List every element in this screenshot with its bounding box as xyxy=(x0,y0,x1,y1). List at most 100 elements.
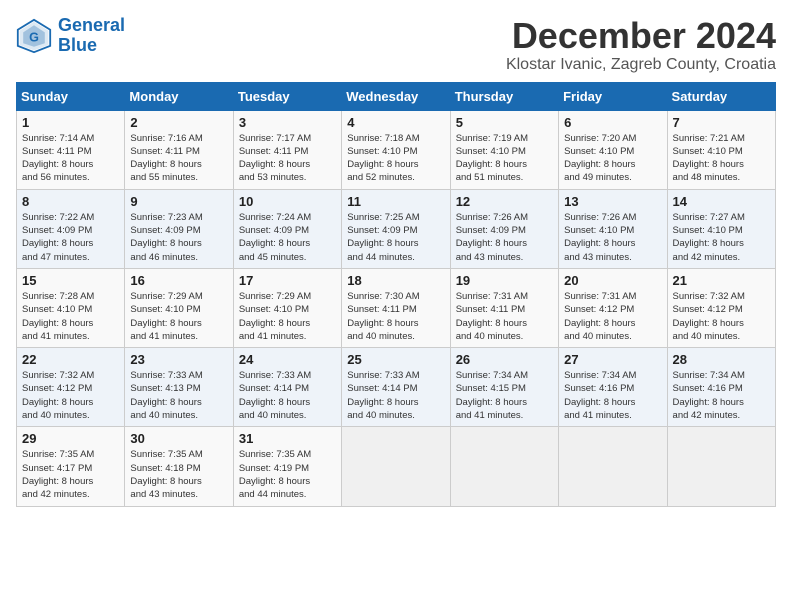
day-info: Sunrise: 7:18 AM Sunset: 4:10 PM Dayligh… xyxy=(347,132,444,185)
day-info: Sunrise: 7:17 AM Sunset: 4:11 PM Dayligh… xyxy=(239,132,336,185)
day-info: Sunrise: 7:19 AM Sunset: 4:10 PM Dayligh… xyxy=(456,132,553,185)
day-number: 10 xyxy=(239,194,336,209)
day-cell xyxy=(342,427,450,506)
day-info: Sunrise: 7:35 AM Sunset: 4:18 PM Dayligh… xyxy=(130,448,227,501)
weekday-header-row: SundayMondayTuesdayWednesdayThursdayFrid… xyxy=(17,82,776,110)
week-row-5: 29Sunrise: 7:35 AM Sunset: 4:17 PM Dayli… xyxy=(17,427,776,506)
week-row-3: 15 Sunrise: 7:28 AM Sunset: 4:10 PM Dayli… xyxy=(17,268,776,347)
day-number: 16 xyxy=(130,273,227,288)
day-number: 4 xyxy=(347,115,444,130)
day-cell: 26 Sunrise: 7:34 AM Sunset: 4:15 PM Dayli… xyxy=(450,348,558,427)
weekday-header-wednesday: Wednesday xyxy=(342,82,450,110)
day-number: 26 xyxy=(456,352,553,367)
day-info: Sunrise: 7:28 AM Sunset: 4:10 PM Dayligh… xyxy=(22,290,119,343)
day-number: 8 xyxy=(22,194,119,209)
weekday-header-tuesday: Tuesday xyxy=(233,82,341,110)
week-row-2: 8 Sunrise: 7:22 AM Sunset: 4:09 PM Daylig… xyxy=(17,189,776,268)
day-number: 13 xyxy=(564,194,661,209)
day-info: Sunrise: 7:20 AM Sunset: 4:10 PM Dayligh… xyxy=(564,132,661,185)
day-cell: 9Sunrise: 7:23 AM Sunset: 4:09 PM Daylig… xyxy=(125,189,233,268)
day-cell: 24 Sunrise: 7:33 AM Sunset: 4:14 PM Dayli… xyxy=(233,348,341,427)
day-info: Sunrise: 7:25 AM Sunset: 4:09 PM Dayligh… xyxy=(347,211,444,264)
day-info: Sunrise: 7:21 AM Sunset: 4:10 PM Dayligh… xyxy=(673,132,770,185)
svg-text:G: G xyxy=(29,30,39,44)
day-info: Sunrise: 7:16 AM Sunset: 4:11 PM Dayligh… xyxy=(130,132,227,185)
day-info: Sunrise: 7:32 AM Sunset: 4:12 PM Dayligh… xyxy=(22,369,119,422)
day-number: 24 xyxy=(239,352,336,367)
day-cell: 18Sunrise: 7:30 AM Sunset: 4:11 PM Dayli… xyxy=(342,268,450,347)
day-number: 7 xyxy=(673,115,770,130)
logo-general: General xyxy=(58,16,125,36)
day-cell: 11 Sunrise: 7:25 AM Sunset: 4:09 PM Dayli… xyxy=(342,189,450,268)
day-number: 27 xyxy=(564,352,661,367)
day-cell: 2 Sunrise: 7:16 AM Sunset: 4:11 PM Daylig… xyxy=(125,110,233,189)
day-number: 25 xyxy=(347,352,444,367)
day-cell xyxy=(559,427,667,506)
calendar-table: SundayMondayTuesdayWednesdayThursdayFrid… xyxy=(16,82,776,507)
day-cell xyxy=(450,427,558,506)
logo-blue: Blue xyxy=(58,36,125,56)
day-number: 28 xyxy=(673,352,770,367)
day-cell: 1 Sunrise: 7:14 AM Sunset: 4:11 PM Daylig… xyxy=(17,110,125,189)
day-number: 20 xyxy=(564,273,661,288)
day-info: Sunrise: 7:14 AM Sunset: 4:11 PM Dayligh… xyxy=(22,132,119,185)
day-cell: 31Sunrise: 7:35 AM Sunset: 4:19 PM Dayli… xyxy=(233,427,341,506)
day-number: 31 xyxy=(239,431,336,446)
day-cell: 5 Sunrise: 7:19 AM Sunset: 4:10 PM Daylig… xyxy=(450,110,558,189)
day-number: 23 xyxy=(130,352,227,367)
day-number: 15 xyxy=(22,273,119,288)
day-info: Sunrise: 7:22 AM Sunset: 4:09 PM Dayligh… xyxy=(22,211,119,264)
day-info: Sunrise: 7:33 AM Sunset: 4:14 PM Dayligh… xyxy=(239,369,336,422)
day-cell: 17Sunrise: 7:29 AM Sunset: 4:10 PM Dayli… xyxy=(233,268,341,347)
day-info: Sunrise: 7:26 AM Sunset: 4:10 PM Dayligh… xyxy=(564,211,661,264)
logo: G General Blue xyxy=(16,16,125,56)
day-number: 2 xyxy=(130,115,227,130)
day-cell: 28 Sunrise: 7:34 AM Sunset: 4:16 PM Dayli… xyxy=(667,348,775,427)
day-number: 19 xyxy=(456,273,553,288)
header: G General Blue December 2024 Klostar Iva… xyxy=(16,16,776,74)
weekday-header-friday: Friday xyxy=(559,82,667,110)
day-info: Sunrise: 7:32 AM Sunset: 4:12 PM Dayligh… xyxy=(673,290,770,343)
day-number: 18 xyxy=(347,273,444,288)
day-number: 1 xyxy=(22,115,119,130)
day-info: Sunrise: 7:34 AM Sunset: 4:16 PM Dayligh… xyxy=(673,369,770,422)
day-info: Sunrise: 7:27 AM Sunset: 4:10 PM Dayligh… xyxy=(673,211,770,264)
day-number: 3 xyxy=(239,115,336,130)
month-title: December 2024 xyxy=(506,16,776,56)
weekday-header-saturday: Saturday xyxy=(667,82,775,110)
day-cell: 4 Sunrise: 7:18 AM Sunset: 4:10 PM Daylig… xyxy=(342,110,450,189)
week-row-1: 1 Sunrise: 7:14 AM Sunset: 4:11 PM Daylig… xyxy=(17,110,776,189)
day-cell: 16 Sunrise: 7:29 AM Sunset: 4:10 PM Dayli… xyxy=(125,268,233,347)
day-cell: 27 Sunrise: 7:34 AM Sunset: 4:16 PM Dayli… xyxy=(559,348,667,427)
day-cell xyxy=(667,427,775,506)
day-info: Sunrise: 7:23 AM Sunset: 4:09 PM Dayligh… xyxy=(130,211,227,264)
day-info: Sunrise: 7:29 AM Sunset: 4:10 PM Dayligh… xyxy=(130,290,227,343)
day-info: Sunrise: 7:31 AM Sunset: 4:11 PM Dayligh… xyxy=(456,290,553,343)
day-info: Sunrise: 7:29 AM Sunset: 4:10 PM Dayligh… xyxy=(239,290,336,343)
day-number: 11 xyxy=(347,194,444,209)
day-info: Sunrise: 7:34 AM Sunset: 4:15 PM Dayligh… xyxy=(456,369,553,422)
day-cell: 3 Sunrise: 7:17 AM Sunset: 4:11 PM Daylig… xyxy=(233,110,341,189)
weekday-header-thursday: Thursday xyxy=(450,82,558,110)
day-info: Sunrise: 7:26 AM Sunset: 4:09 PM Dayligh… xyxy=(456,211,553,264)
weekday-header-monday: Monday xyxy=(125,82,233,110)
day-info: Sunrise: 7:34 AM Sunset: 4:16 PM Dayligh… xyxy=(564,369,661,422)
day-info: Sunrise: 7:31 AM Sunset: 4:12 PM Dayligh… xyxy=(564,290,661,343)
day-cell: 13 Sunrise: 7:26 AM Sunset: 4:10 PM Dayli… xyxy=(559,189,667,268)
location-subtitle: Klostar Ivanic, Zagreb County, Croatia xyxy=(506,56,776,74)
day-info: Sunrise: 7:35 AM Sunset: 4:17 PM Dayligh… xyxy=(22,448,119,501)
day-cell: 21Sunrise: 7:32 AM Sunset: 4:12 PM Dayli… xyxy=(667,268,775,347)
day-cell: 30 Sunrise: 7:35 AM Sunset: 4:18 PM Dayli… xyxy=(125,427,233,506)
day-cell: 10Sunrise: 7:24 AM Sunset: 4:09 PM Dayli… xyxy=(233,189,341,268)
day-cell: 22 Sunrise: 7:32 AM Sunset: 4:12 PM Dayli… xyxy=(17,348,125,427)
day-number: 12 xyxy=(456,194,553,209)
day-cell: 19 Sunrise: 7:31 AM Sunset: 4:11 PM Dayli… xyxy=(450,268,558,347)
week-row-4: 22 Sunrise: 7:32 AM Sunset: 4:12 PM Dayli… xyxy=(17,348,776,427)
day-number: 5 xyxy=(456,115,553,130)
logo-icon: G xyxy=(16,18,52,54)
day-number: 30 xyxy=(130,431,227,446)
day-info: Sunrise: 7:33 AM Sunset: 4:13 PM Dayligh… xyxy=(130,369,227,422)
weekday-header-sunday: Sunday xyxy=(17,82,125,110)
day-number: 14 xyxy=(673,194,770,209)
day-number: 22 xyxy=(22,352,119,367)
